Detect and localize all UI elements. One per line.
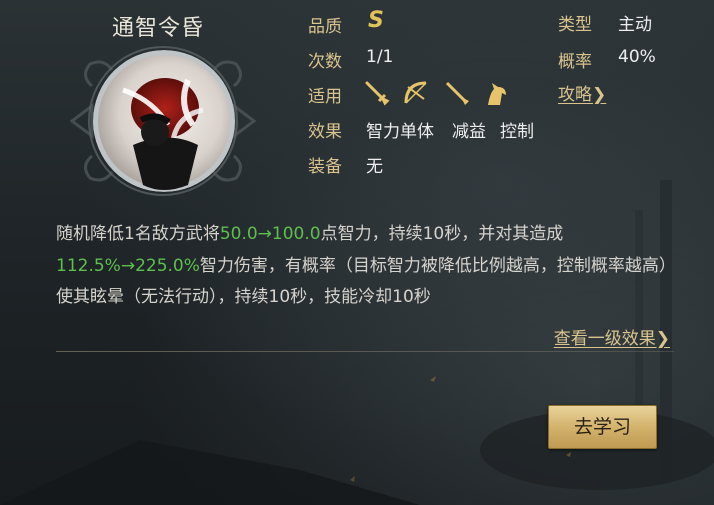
- skill-portrait-icon: [93, 50, 235, 192]
- description-part-2: 点智力，持续10秒，并对其造成: [320, 224, 564, 244]
- sword-icon: [365, 81, 390, 106]
- description-value-1: 50.0→100.0: [219, 224, 321, 244]
- skill-portrait: [93, 50, 235, 192]
- spear-icon: [445, 81, 469, 105]
- skill-name: 通智令昏: [112, 16, 205, 41]
- effect-tag-3: 控制: [500, 122, 534, 142]
- prob-label: 概率: [558, 52, 592, 72]
- quality-label: 品质: [308, 17, 342, 37]
- horse-icon: [488, 83, 506, 105]
- apply-label: 适用: [308, 87, 342, 107]
- description-value-2: 112.5%→225.0%: [56, 255, 200, 276]
- strategy-link[interactable]: 攻略❯: [558, 80, 606, 105]
- quality-value: S: [368, 8, 384, 33]
- effect-tag-2: 减益: [452, 122, 486, 142]
- skill-description: 随机降低1名敌方武将50.0→100.0点智力，持续10秒，并对其造成 112.5…: [56, 219, 668, 325]
- type-label: 类型: [558, 15, 592, 35]
- type-value: 主动: [618, 15, 652, 35]
- description-part-1: 随机降低1名敌方武将: [56, 224, 220, 244]
- effect-label: 效果: [308, 122, 342, 142]
- divider: [56, 351, 674, 352]
- equip-value: 无: [366, 157, 383, 177]
- effect-tag-1: 智力单体: [366, 122, 434, 142]
- bow-icon: [404, 81, 427, 104]
- equip-label: 装备: [308, 157, 342, 177]
- count-value: 1/1: [366, 47, 394, 67]
- view-level1-effect-link[interactable]: 查看一级效果❯: [554, 324, 670, 349]
- count-label: 次数: [308, 52, 342, 72]
- learn-button[interactable]: 去学习: [548, 405, 657, 449]
- prob-value: 40%: [618, 47, 656, 67]
